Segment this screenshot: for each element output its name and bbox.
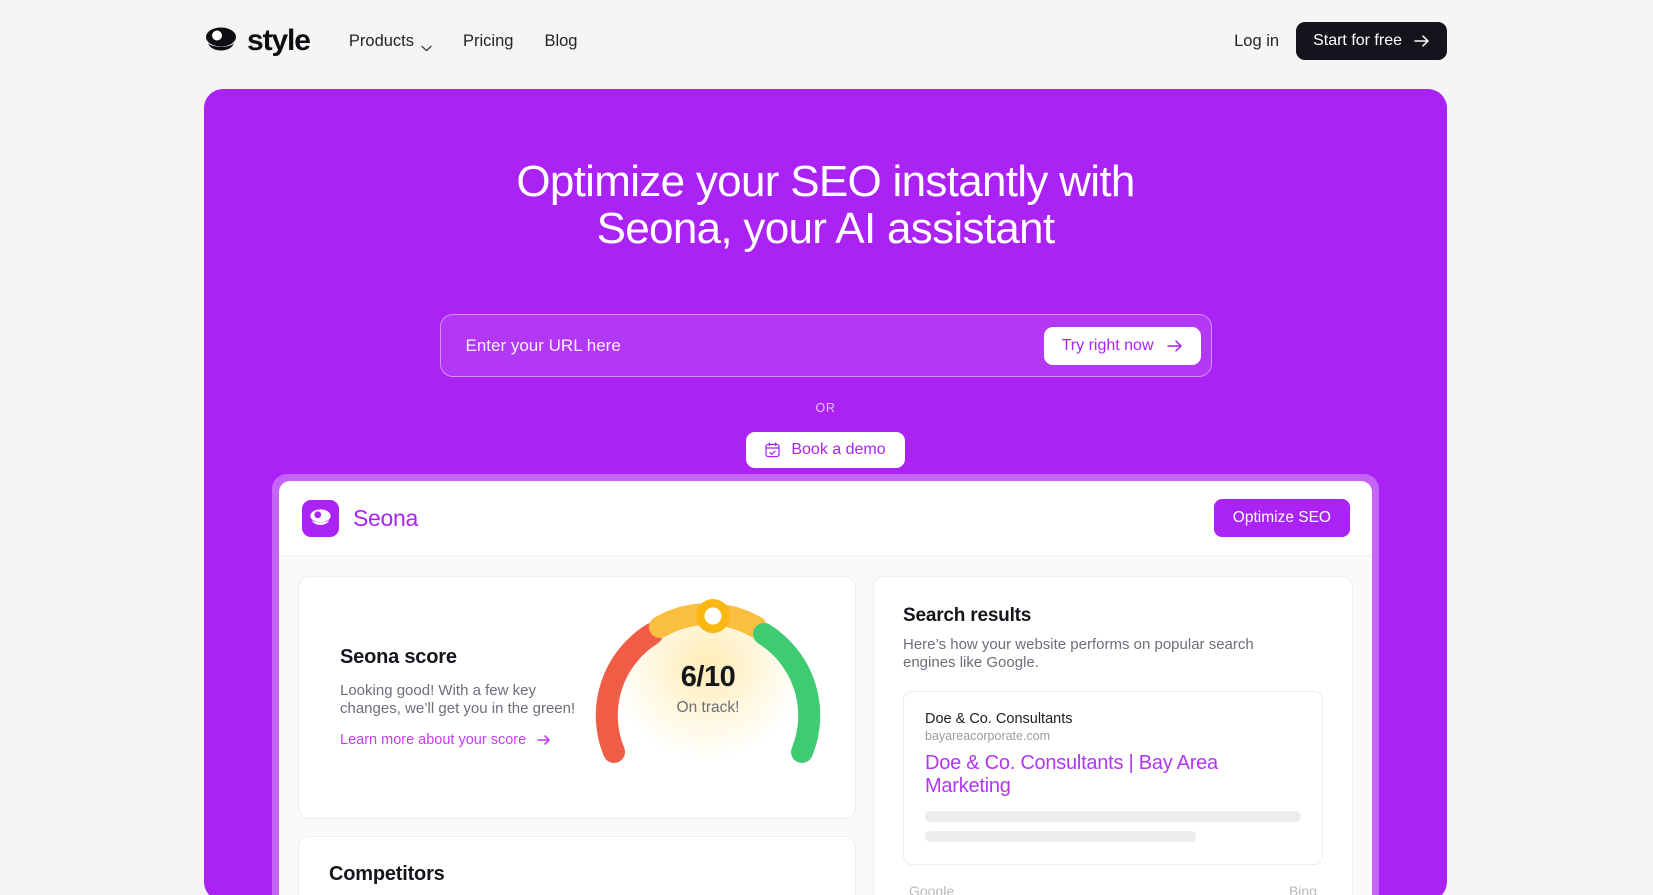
- left-column: Seona score Looking good! With a few key…: [298, 576, 856, 895]
- score-status: On track!: [676, 699, 740, 716]
- start-for-free-label: Start for free: [1313, 32, 1402, 49]
- nav-item-blog[interactable]: Blog: [544, 32, 577, 51]
- try-right-now-button[interactable]: Try right now: [1043, 326, 1201, 365]
- result-site-name: Doe & Co. Consultants: [925, 711, 1073, 727]
- login-link[interactable]: Log in: [1234, 32, 1279, 51]
- search-engine-google[interactable]: Google: [909, 883, 954, 895]
- optimize-seo-button[interactable]: Optimize SEO: [1213, 499, 1350, 537]
- result-snippet-placeholder: [925, 831, 1196, 842]
- app-header: Seona Optimize SEO: [279, 481, 1372, 555]
- arrow-right-icon: [537, 734, 551, 746]
- chevron-down-icon: [421, 38, 432, 51]
- search-results-panel: Search results Here’s how your website p…: [873, 576, 1353, 895]
- brand-logo[interactable]: style: [204, 24, 311, 58]
- book-a-demo-button[interactable]: Book a demo: [746, 432, 905, 469]
- nav-links: Products Pricing Blog: [349, 32, 577, 51]
- try-right-now-label: Try right now: [1061, 336, 1154, 354]
- top-navigation: style Products Pricing Blog Log in Start…: [0, 0, 1653, 82]
- result-headline[interactable]: Doe & Co. Consultants | Bay Area Marketi…: [925, 752, 1301, 798]
- nav-item-pricing[interactable]: Pricing: [463, 32, 513, 51]
- score-gauge: 6/10 On track!: [592, 589, 824, 818]
- competitors-panel: Competitors: [298, 836, 856, 895]
- learn-more-score-link[interactable]: Learn more about your score: [340, 732, 551, 748]
- score-description: Looking good! With a few key changes, we…: [340, 681, 576, 717]
- app-preview: Seona Optimize SEO Seona score Looking g…: [279, 481, 1372, 895]
- page-title: Optimize your SEO instantly with Seona, …: [204, 158, 1447, 252]
- score-text-block: Seona score Looking good! With a few key…: [340, 646, 598, 750]
- seona-logo-icon: [302, 499, 339, 537]
- nav-actions: Log in Start for free: [1234, 22, 1447, 60]
- nav-item-products[interactable]: Products: [349, 32, 432, 51]
- nav-item-pricing-label: Pricing: [463, 31, 514, 50]
- right-column: Search results Here’s how your website p…: [873, 576, 1353, 895]
- seona-score-panel: Seona score Looking good! With a few key…: [298, 576, 856, 819]
- style-logo-icon: [204, 26, 238, 56]
- book-demo-wrap: Book a demo: [204, 432, 1447, 469]
- app-body: Seona score Looking good! With a few key…: [279, 555, 1372, 895]
- url-input[interactable]: [465, 335, 1044, 356]
- search-results-subtitle: Here’s how your website performs on popu…: [903, 636, 1254, 671]
- nav-item-blog-label: Blog: [544, 31, 578, 50]
- book-a-demo-label: Book a demo: [791, 441, 886, 459]
- competitors-title: Competitors: [329, 863, 445, 885]
- search-result-card[interactable]: Doe & Co. Consultants bayareacorporate.c…: [903, 691, 1323, 865]
- or-divider-label: OR: [815, 401, 836, 416]
- score-title: Seona score: [340, 645, 457, 668]
- brand-name: style: [247, 24, 311, 57]
- hero-title-line-1: Optimize your SEO instantly with: [516, 157, 1135, 206]
- arrow-right-icon: [1414, 34, 1430, 48]
- search-engine-tabs: Google Bing: [903, 883, 1323, 895]
- learn-more-score-label: Learn more about your score: [340, 732, 527, 749]
- result-url: bayareacorporate.com: [925, 729, 1051, 743]
- hero-section: Optimize your SEO instantly with Seona, …: [204, 89, 1447, 895]
- calendar-icon: [765, 442, 780, 458]
- app-name: Seona: [353, 504, 419, 531]
- result-snippet-placeholder: [925, 811, 1301, 822]
- score-value: 6/10: [680, 661, 736, 693]
- search-results-title: Search results: [903, 605, 1032, 626]
- url-input-bar[interactable]: Try right now: [439, 314, 1212, 378]
- search-engine-bing[interactable]: Bing: [1289, 883, 1317, 895]
- arrow-right-icon: [1166, 339, 1183, 353]
- nav-item-products-label: Products: [348, 31, 415, 50]
- start-for-free-button[interactable]: Start for free: [1296, 22, 1447, 60]
- hero-title-line-2: Seona, your AI assistant: [596, 204, 1055, 254]
- app-preview-frame: Seona Optimize SEO Seona score Looking g…: [272, 474, 1379, 895]
